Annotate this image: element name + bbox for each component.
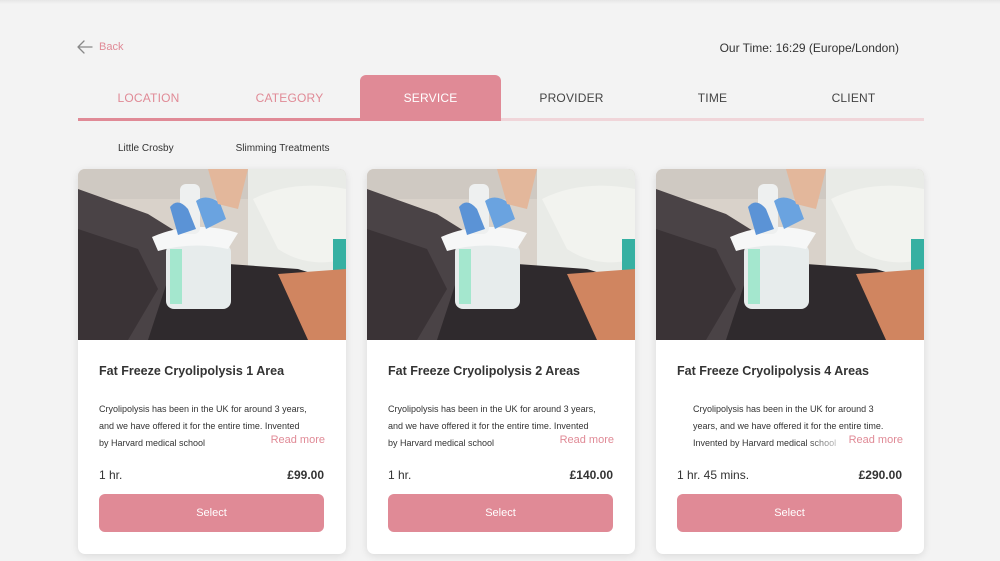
- service-title: Fat Freeze Cryolipolysis 1 Area: [99, 364, 285, 378]
- selected-category: Slimming Treatments: [235, 143, 330, 154]
- select-button[interactable]: Select: [677, 494, 902, 532]
- service-photo: [367, 169, 635, 340]
- back-button[interactable]: Back: [77, 40, 123, 54]
- timezone-clock: Our Time: 16:29 (Europe/London): [719, 41, 899, 55]
- top-shadow: [0, 0, 1000, 4]
- step-service[interactable]: SERVICE: [360, 75, 501, 120]
- selected-location: Little Crosby: [118, 143, 174, 154]
- service-title: Fat Freeze Cryolipolysis 4 Areas: [677, 364, 869, 378]
- selection-summary: Little Crosby Slimming Treatments: [118, 143, 330, 154]
- service-card: Fat Freeze Cryolipolysis 2 Areas Cryolip…: [367, 169, 635, 554]
- service-duration: 1 hr.: [388, 468, 412, 482]
- read-more-link[interactable]: Read more: [555, 434, 614, 446]
- service-price: £99.00: [287, 468, 324, 482]
- service-duration: 1 hr.: [99, 468, 123, 482]
- service-card: Fat Freeze Cryolipolysis 1 Area Cryolipo…: [78, 169, 346, 554]
- step-provider[interactable]: PROVIDER: [501, 75, 642, 120]
- service-price: £140.00: [569, 468, 613, 482]
- step-location[interactable]: LOCATION: [78, 75, 219, 120]
- step-category[interactable]: CATEGORY: [219, 75, 360, 120]
- service-duration: 1 hr. 45 mins.: [677, 468, 750, 482]
- booking-steps: LOCATION CATEGORY SERVICE PROVIDER TIME …: [78, 75, 924, 120]
- service-title: Fat Freeze Cryolipolysis 2 Areas: [388, 364, 580, 378]
- service-price: £290.00: [858, 468, 902, 482]
- select-button[interactable]: Select: [99, 494, 324, 532]
- steps-progress-fill: [78, 118, 501, 121]
- select-button[interactable]: Select: [388, 494, 613, 532]
- step-client[interactable]: CLIENT: [783, 75, 924, 120]
- step-time[interactable]: TIME: [642, 75, 783, 120]
- read-more-link[interactable]: Read more: [266, 434, 325, 446]
- arrow-left-icon: [77, 40, 93, 54]
- service-photo: [78, 169, 346, 340]
- service-card: Fat Freeze Cryolipolysis 4 Areas Cryolip…: [656, 169, 924, 554]
- steps-progress-bar: [78, 118, 924, 121]
- read-more-link[interactable]: Read more: [844, 434, 903, 446]
- service-photo: [656, 169, 924, 340]
- back-label: Back: [99, 41, 124, 53]
